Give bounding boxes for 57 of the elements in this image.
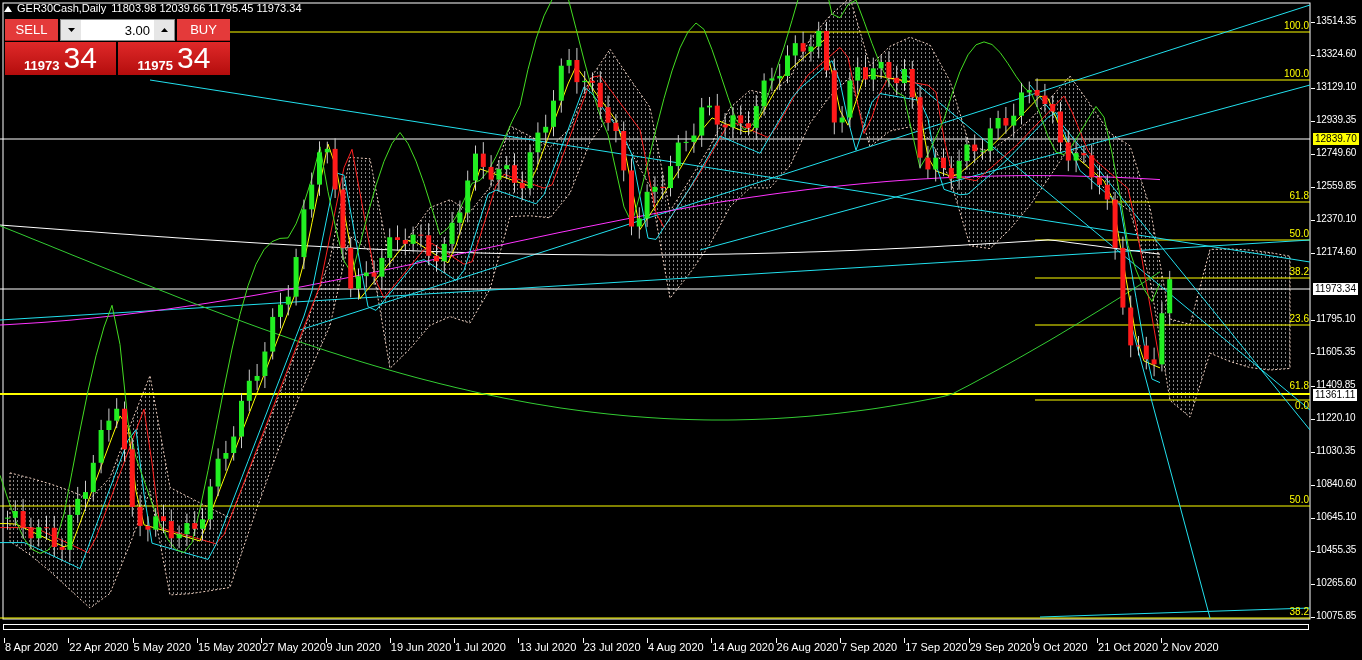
date-axis-label: 26 Aug 2020 [776, 642, 839, 653]
date-axis-label: 7 Sep 2020 [840, 642, 898, 653]
fibonacci-level-label: 50.0 [1289, 229, 1309, 239]
price-axis-label: 13129.10 [1316, 82, 1357, 93]
date-axis-label: 21 Oct 2020 [1098, 642, 1159, 653]
price-axis-label: 12749.60 [1316, 148, 1357, 159]
price-axis-label: 11220.10 [1316, 412, 1356, 423]
price-axis-label: 10075.85 [1316, 611, 1357, 622]
price-tag: 11973.34 [1313, 283, 1358, 295]
date-axis-label: 23 Jul 2020 [583, 642, 641, 653]
date-axis-label: 8 Apr 2020 [5, 642, 59, 653]
date-axis-label: 15 May 2020 [197, 642, 262, 653]
price-axis-label: 10645.10 [1316, 511, 1357, 522]
price-axis-label: 11605.35 [1316, 346, 1356, 357]
fibonacci-level-label: 38.2 [1289, 607, 1309, 617]
date-axis-label: 2 Nov 2020 [1162, 642, 1219, 653]
date-axis-label: 22 Apr 2020 [69, 642, 129, 653]
date-axis-label: 9 Jun 2020 [326, 642, 381, 653]
sell-price-button[interactable]: 11973 34 [5, 42, 116, 75]
price-tag: 11361.11 [1313, 389, 1358, 401]
price-axis-label: 11409.85 [1316, 379, 1356, 390]
price-axis-label: 11030.35 [1316, 445, 1356, 456]
sell-button[interactable]: SELL [5, 19, 58, 41]
fibonacci-level-label: 61.8 [1289, 381, 1309, 391]
ohlc-values: 11803.98 12039.66 11795.45 11973.34 [111, 3, 302, 14]
date-axis-label: 19 Jun 2020 [390, 642, 452, 653]
price-axis-label: 10265.60 [1316, 578, 1357, 588]
fibonacci-level-label: 50.0 [1289, 495, 1309, 505]
price-axis-label: 12174.60 [1316, 247, 1357, 258]
date-axis-label: 27 May 2020 [262, 642, 326, 653]
price-axis-label: 10840.60 [1316, 478, 1357, 489]
fibonacci-level-label: 38.2 [1289, 267, 1309, 277]
date-axis-label: 5 May 2020 [133, 642, 192, 653]
fibonacci-level-label: 100.0 [1283, 21, 1309, 31]
price-axis-label: 10455.35 [1316, 544, 1357, 555]
date-axis-label: 14 Aug 2020 [712, 642, 775, 653]
collapse-triangle-icon[interactable] [4, 5, 12, 12]
date-axis-label: 1 Jul 2020 [455, 642, 506, 653]
date-axis-label: 9 Oct 2020 [1033, 642, 1088, 653]
fibonacci-level-label: 61.8 [1289, 191, 1309, 201]
price-axis-label: 13324.60 [1316, 49, 1357, 60]
price-axis-label: 12370.10 [1316, 214, 1357, 225]
chart-symbol-title: GER30Cash,Daily [17, 3, 107, 14]
fibonacci-level-label: 23.6 [1289, 314, 1309, 324]
date-axis-label: 29 Sep 2020 [969, 642, 1032, 653]
date-axis-label: 4 Aug 2020 [648, 642, 704, 653]
price-axis-label: 11795.10 [1316, 313, 1356, 324]
price-axis-label: 12559.85 [1316, 181, 1357, 192]
fibonacci-level-label: 100.0 [1283, 69, 1309, 79]
date-axis-label: 17 Sep 2020 [905, 642, 968, 653]
date-axis-label: 13 Jul 2020 [519, 642, 577, 653]
buy-button[interactable]: BUY [177, 19, 230, 41]
price-axis-label: 12939.35 [1316, 115, 1357, 126]
buy-price-button[interactable]: 11975 34 [118, 42, 230, 75]
price-axis-label: 13514.35 [1316, 16, 1357, 26]
price-tag: 12839.70 [1313, 133, 1359, 145]
scrollbar[interactable] [3, 624, 1309, 630]
